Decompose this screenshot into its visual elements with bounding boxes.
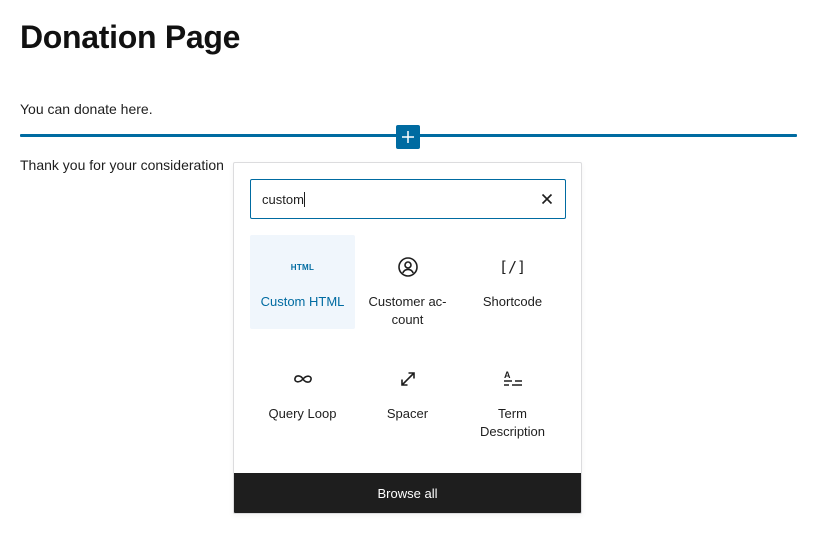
shortcode-icon: [/] [498, 255, 527, 279]
block-inserter-popover: custom HTML Custom HTML Customer ac- cou… [233, 162, 582, 514]
resize-icon [396, 367, 420, 391]
plus-icon [402, 131, 414, 143]
block-item-label: Customer ac- count [362, 293, 454, 329]
paragraph-block[interactable]: Thank you for your consideration [20, 157, 224, 173]
block-item-spacer[interactable]: Spacer [355, 347, 460, 459]
block-search-input[interactable]: custom [250, 179, 566, 219]
block-item-label-line: count [391, 312, 424, 327]
block-item-label-line: Term [498, 406, 527, 421]
block-item-customer-account[interactable]: Customer ac- count [355, 235, 460, 347]
term-description-icon: A [501, 367, 525, 391]
block-inserter-toggle[interactable] [396, 125, 420, 149]
block-item-label: Query Loop [268, 406, 337, 421]
block-results-grid: HTML Custom HTML Customer ac- count [/] … [250, 235, 566, 459]
browse-all-button[interactable]: Browse all [234, 473, 581, 513]
close-icon [541, 193, 553, 205]
loop-icon [291, 367, 315, 391]
clear-search-button[interactable] [529, 181, 565, 217]
svg-text:A: A [504, 370, 511, 380]
block-item-label: Term Description [467, 405, 559, 441]
text-caret [303, 191, 305, 207]
block-item-query-loop[interactable]: Query Loop [250, 347, 355, 459]
search-input-value: custom [262, 191, 304, 207]
block-item-label-line: Description [479, 424, 546, 439]
block-item-label: Spacer [386, 406, 429, 421]
block-item-custom-html[interactable]: HTML Custom HTML [250, 235, 355, 329]
block-item-term-description[interactable]: A Term Description [460, 347, 565, 459]
block-item-shortcode[interactable]: [/] Shortcode [460, 235, 565, 347]
user-circle-icon [396, 255, 420, 279]
shortcode-icon-text: [/] [498, 258, 527, 276]
paragraph-block[interactable]: You can donate here. [20, 101, 153, 117]
block-item-label: Custom HTML [260, 294, 345, 309]
block-item-label: Shortcode [482, 294, 543, 309]
page-title[interactable]: Donation Page [20, 19, 240, 56]
html-icon-text: HTML [290, 262, 315, 272]
html-icon: HTML [291, 255, 315, 279]
block-item-label-line: Customer ac- [368, 294, 447, 309]
